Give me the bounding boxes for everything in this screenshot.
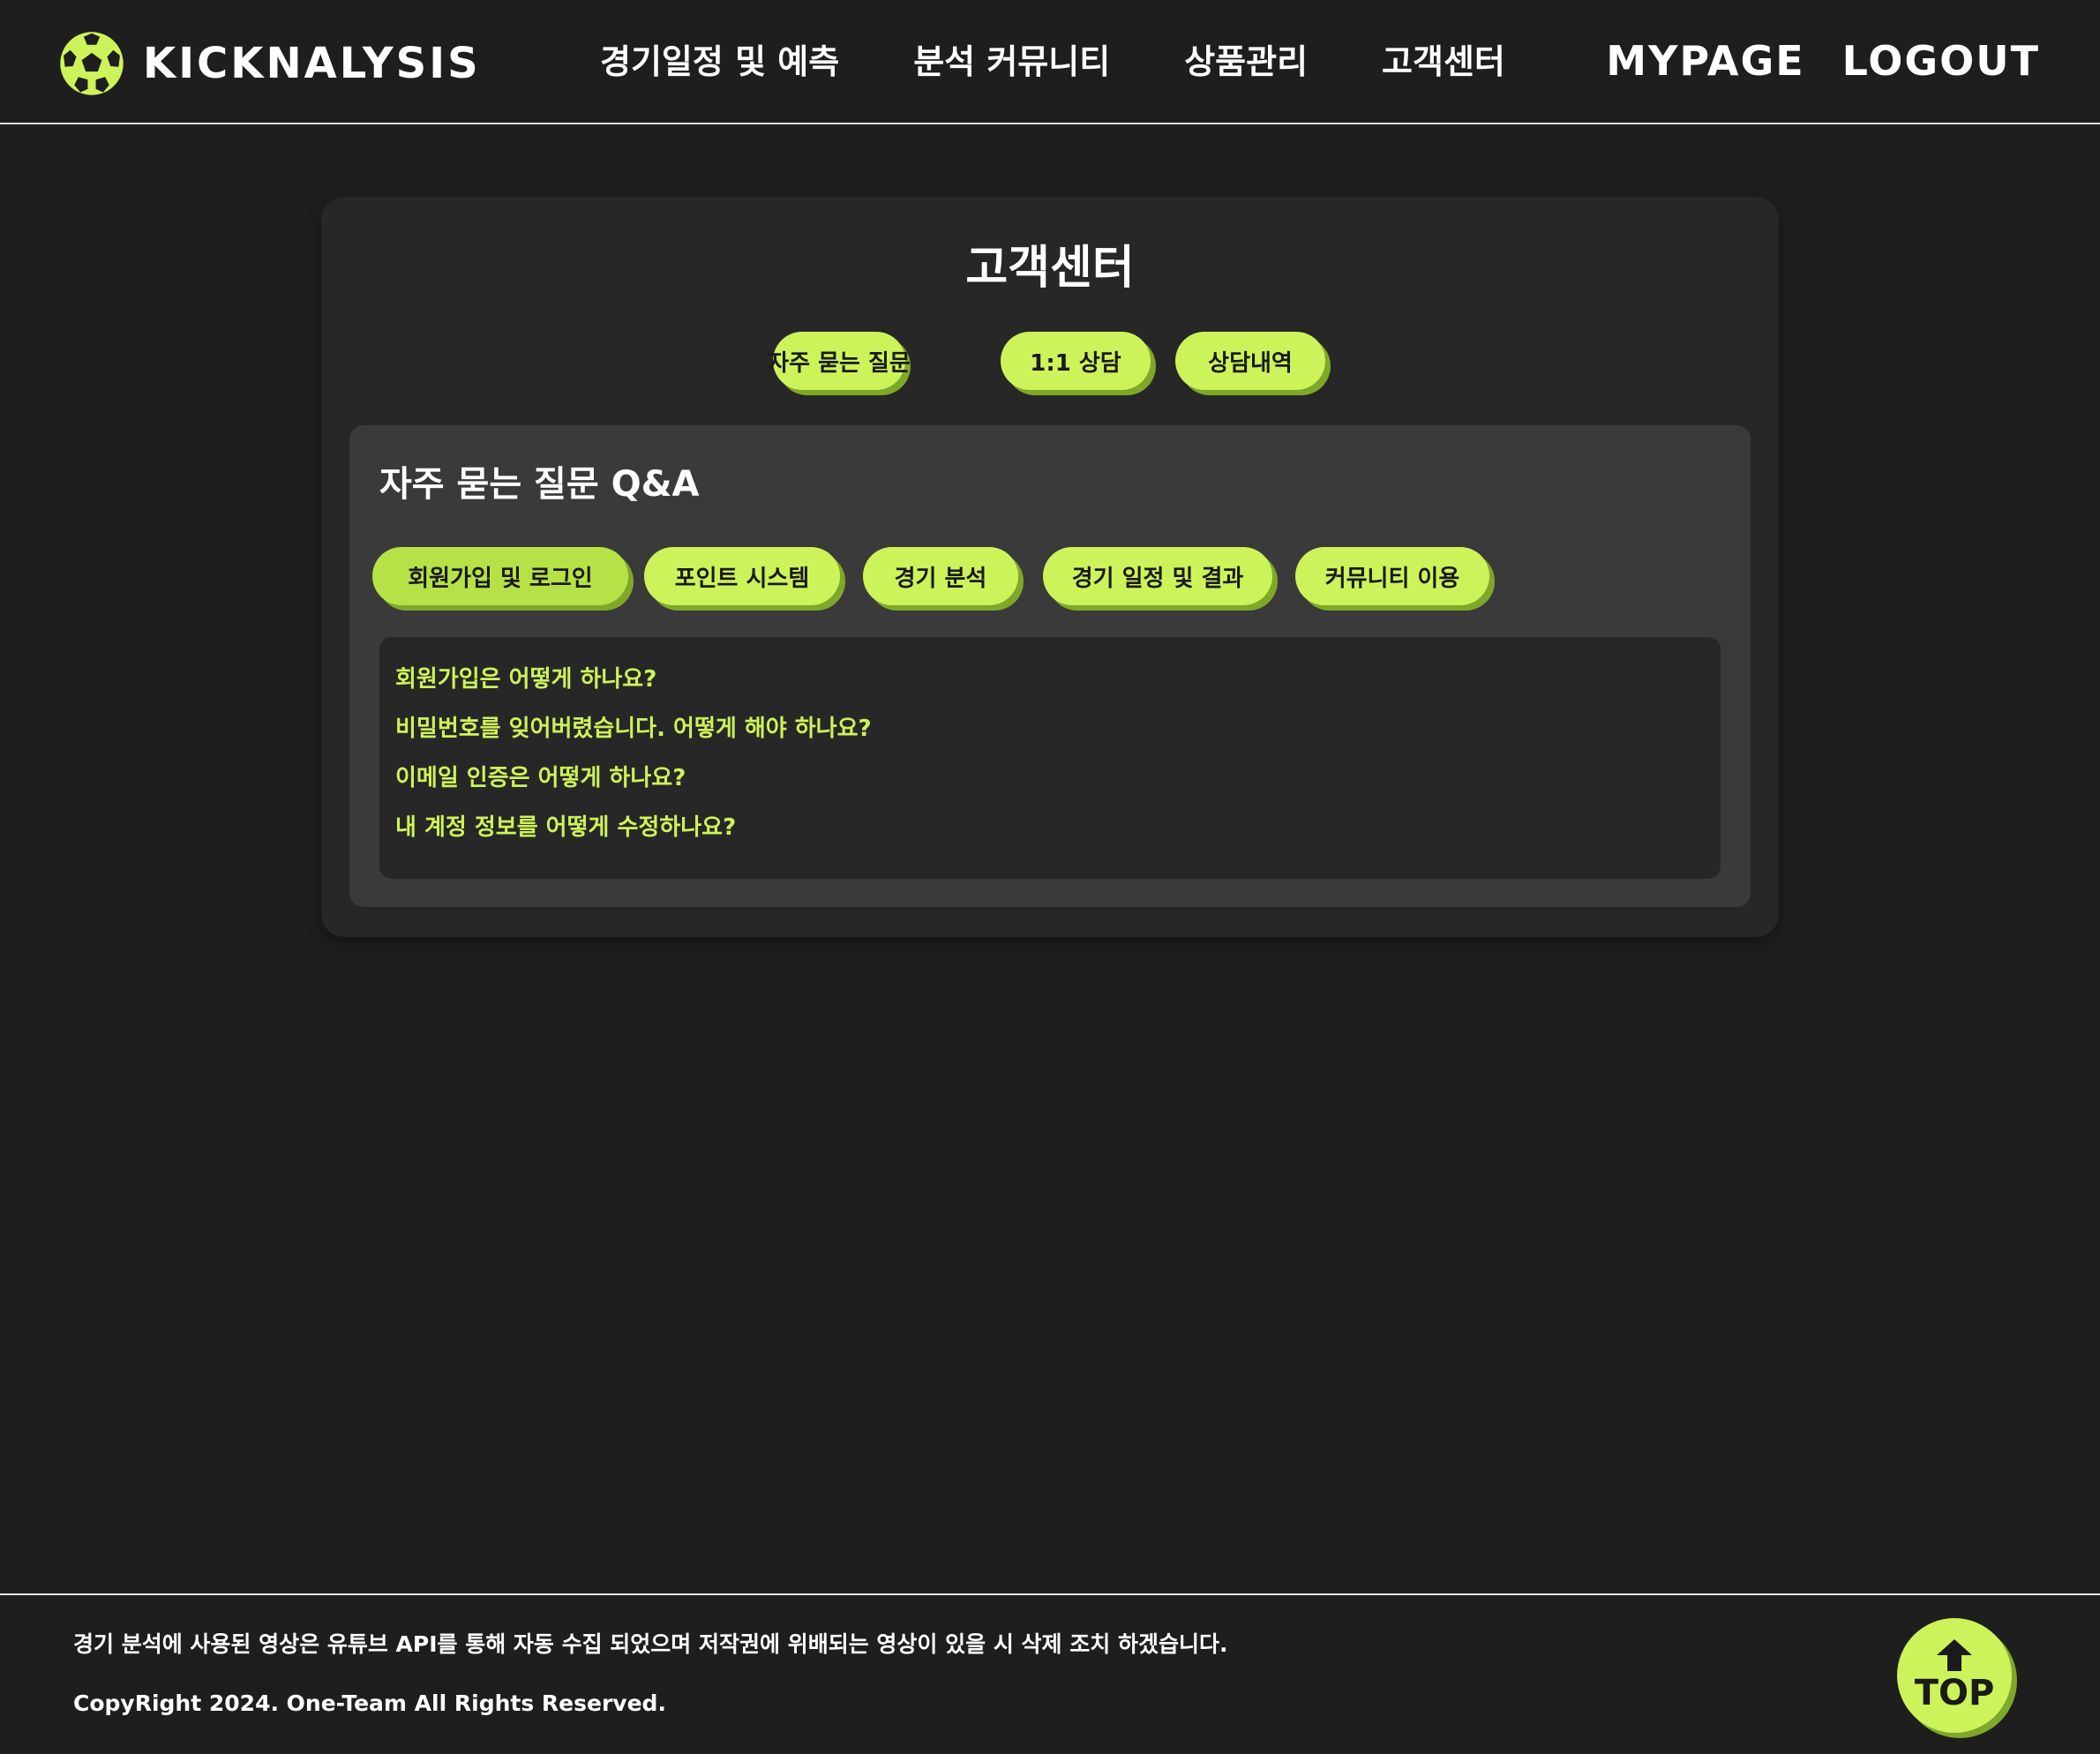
category-signup-login[interactable]: 회원가입 및 로그인 <box>372 547 628 605</box>
main-nav: 경기일정 및 예측 분석 커뮤니티 상품관리 고객센터 <box>600 32 1505 85</box>
nav-item-schedule[interactable]: 경기일정 및 예측 <box>600 34 839 83</box>
question-item[interactable]: 이메일 인증은 어떻게 하나요? <box>395 759 1705 808</box>
question-item[interactable]: 비밀번호를 잊어버렸습니다. 어떻게 해야 하나요? <box>395 709 1705 759</box>
logout-link[interactable]: LOGOUT <box>1842 37 2040 85</box>
scroll-top-label: TOP <box>1914 1673 1995 1713</box>
arrow-up-icon <box>1937 1639 1972 1671</box>
tab-one-on-one[interactable]: 1:1 상담 <box>1001 332 1151 390</box>
question-item[interactable]: 내 계정 정보를 어떻게 수정하나요? <box>395 808 1705 858</box>
question-list: 회원가입은 어떻게 하나요? 비밀번호를 잊어버렸습니다. 어떻게 해야 하나요… <box>379 637 1721 879</box>
support-card: 고객센터 자주 묻는 질문 1:1 상담 상담내역 자주 묻는 질문 Q&A 회… <box>321 197 1779 937</box>
category-points[interactable]: 포인트 시스템 <box>644 547 840 605</box>
soccer-ball-icon <box>60 32 124 95</box>
page-title: 고객센터 <box>965 242 1135 295</box>
logo-text: KICKNALYSIS <box>143 39 481 88</box>
scroll-top-button[interactable]: TOP <box>1897 1618 2012 1733</box>
category-schedule-results[interactable]: 경기 일정 및 결과 <box>1043 547 1272 605</box>
footer-disclaimer: 경기 분석에 사용된 영상은 유튜브 API를 통해 자동 수집 되었으며 저작… <box>73 1631 1228 1657</box>
page: KICKNALYSIS 경기일정 및 예측 분석 커뮤니티 상품관리 고객센터 … <box>0 0 2100 1754</box>
footer-copyright: CopyRight 2024. One-Team All Rights Rese… <box>73 1690 666 1716</box>
nav-item-community[interactable]: 분석 커뮤니티 <box>913 34 1110 83</box>
header: KICKNALYSIS 경기일정 및 예측 분석 커뮤니티 상품관리 고객센터 … <box>0 0 2100 124</box>
nav-item-support[interactable]: 고객센터 <box>1382 34 1505 83</box>
footer: 경기 분석에 사용된 영상은 유튜브 API를 통해 자동 수집 되었으며 저작… <box>0 1593 2100 1754</box>
nav-item-products[interactable]: 상품관리 <box>1184 34 1308 83</box>
category-community[interactable]: 커뮤니티 이용 <box>1295 547 1489 605</box>
mypage-link[interactable]: MYPAGE <box>1606 37 1804 85</box>
logo[interactable]: KICKNALYSIS <box>58 30 481 97</box>
category-match-analysis[interactable]: 경기 분석 <box>863 547 1018 605</box>
faq-panel: 자주 묻는 질문 Q&A 회원가입 및 로그인 포인트 시스템 경기 분석 경기… <box>349 425 1751 907</box>
faq-title: 자주 묻는 질문 Q&A <box>379 464 700 505</box>
user-links: MYPAGE LOGOUT <box>1606 32 2040 90</box>
question-item[interactable]: 회원가입은 어떻게 하나요? <box>395 660 1705 709</box>
tab-history[interactable]: 상담내역 <box>1175 332 1325 390</box>
tab-faq[interactable]: 자주 묻는 질문 <box>768 332 911 390</box>
